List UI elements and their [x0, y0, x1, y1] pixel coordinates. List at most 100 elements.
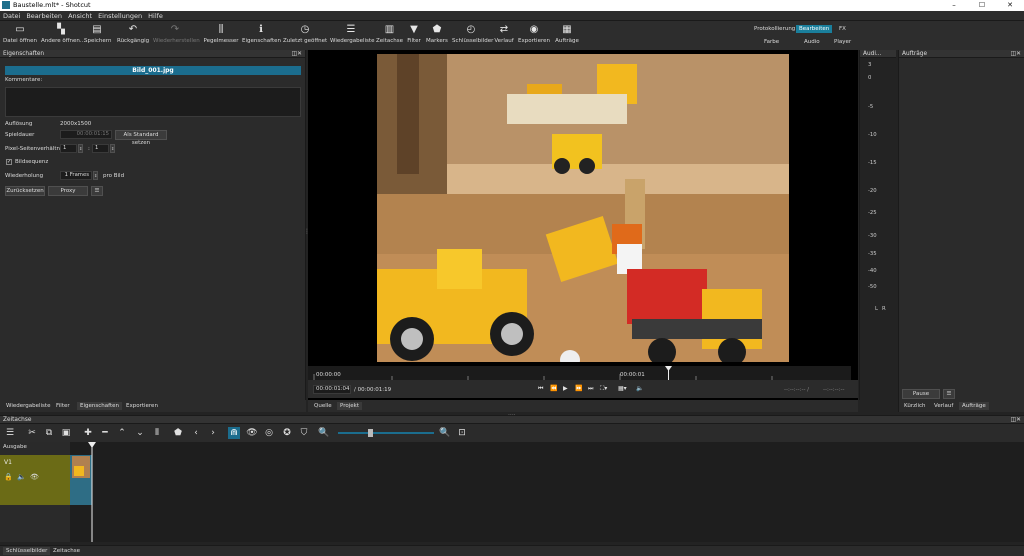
timeline-playhead[interactable]: [88, 442, 96, 448]
menu-edit[interactable]: Bearbeiten: [23, 11, 65, 21]
pause-button[interactable]: Pause: [902, 389, 940, 399]
timeline-area[interactable]: [70, 442, 1024, 542]
par-den-spinner[interactable]: ⇕: [110, 144, 115, 153]
paste-icon[interactable]: ▣: [60, 427, 72, 439]
lock-icon[interactable]: 🔒: [4, 473, 13, 481]
open-file-button[interactable]: ▭ Datei öffnen: [3, 23, 37, 49]
ripple-delete-icon[interactable]: ━: [99, 427, 111, 439]
overwrite-icon[interactable]: ⌄: [134, 427, 146, 439]
tab-filter[interactable]: Filter: [53, 402, 73, 410]
markers-button[interactable]: ⬟ Markers: [425, 23, 449, 49]
grid-icon[interactable]: ▦▾: [618, 385, 627, 392]
zoom-slider-handle[interactable]: [368, 429, 373, 437]
clip-name: Bild_001.jpg: [5, 66, 301, 75]
fast-forward-icon[interactable]: ⏩: [575, 385, 582, 392]
tab-keyframes[interactable]: Schlüsselbilder: [3, 547, 51, 555]
zoom-in-icon[interactable]: 🔍: [439, 427, 451, 439]
menu-settings[interactable]: Einstellungen: [95, 11, 145, 21]
marker-add-icon[interactable]: ⬟: [172, 427, 184, 439]
append-icon[interactable]: ✚: [82, 427, 94, 439]
next-marker-icon[interactable]: ›: [207, 427, 219, 439]
redo-button[interactable]: ↷ Wiederherstellen: [153, 23, 200, 49]
close-icon[interactable]: ✕: [996, 0, 1024, 11]
timeline-menu-icon[interactable]: ☰: [4, 427, 16, 439]
split-icon[interactable]: ⫴: [151, 427, 163, 439]
properties-button[interactable]: ℹ Eigenschaften: [242, 23, 281, 49]
par-num-spinner[interactable]: ⇕: [78, 144, 83, 153]
proxy-button[interactable]: Proxy: [48, 186, 88, 196]
play-icon[interactable]: ▶: [563, 385, 568, 392]
zoom-fit-timeline-icon[interactable]: ⊡: [456, 427, 468, 439]
lift-icon[interactable]: ⌃: [116, 427, 128, 439]
save-button[interactable]: ▤ Speichern: [84, 23, 111, 49]
maximize-icon[interactable]: ☐: [968, 0, 996, 11]
keyframes-button[interactable]: ◴ Schlüsselbilder: [452, 23, 493, 49]
menu-view[interactable]: Ansicht: [65, 11, 95, 21]
eye-icon[interactable]: 👁: [30, 473, 39, 481]
video-viewer[interactable]: ⋮: [304, 50, 858, 410]
copy-icon[interactable]: ⧉: [43, 427, 55, 439]
undo-button[interactable]: ↶ Rückgängig: [117, 23, 149, 49]
comments-field[interactable]: [5, 87, 301, 117]
rewind-icon[interactable]: ⏪: [550, 385, 557, 392]
jobs-menu-button[interactable]: ☰: [943, 389, 955, 399]
tab-properties[interactable]: Eigenschaften: [77, 402, 122, 410]
layout-color[interactable]: Farbe: [761, 38, 782, 46]
timeline-button[interactable]: ▥ Zeitachse: [376, 23, 403, 49]
tab-export[interactable]: Exportieren: [123, 402, 161, 410]
mute-icon[interactable]: 🔈: [17, 473, 26, 481]
filter-button[interactable]: ▼ Filter: [406, 23, 422, 49]
layout-audio[interactable]: Audio: [801, 38, 823, 46]
layout-player[interactable]: Player: [831, 38, 854, 46]
tab-history[interactable]: Verlauf: [931, 402, 956, 410]
layout-fx[interactable]: FX: [836, 25, 849, 33]
tab-timeline[interactable]: Zeitachse: [50, 547, 83, 555]
peak-meter-button[interactable]: ⫼ Pegelmesser: [203, 23, 239, 49]
jobs-button[interactable]: ▦ Aufträge: [553, 23, 581, 49]
menu-file[interactable]: Datei: [0, 11, 23, 21]
skip-next-icon[interactable]: ⏭: [588, 385, 593, 393]
close-jobs-icon[interactable]: ◫✕: [1011, 50, 1021, 58]
history-button[interactable]: ⇄ Verlauf: [493, 23, 515, 49]
zoom-fit-icon[interactable]: ⛶▾: [600, 385, 607, 393]
menu-help[interactable]: Hilfe: [145, 11, 166, 21]
recent-button[interactable]: ◷ Zuletzt geöffnet: [283, 23, 327, 49]
position-timecode[interactable]: 00:00:01:04: [313, 385, 351, 394]
ripple-icon[interactable]: ◎: [263, 427, 275, 439]
duration-field[interactable]: 00:00:01:15: [60, 130, 112, 139]
open-other-button[interactable]: ▚ Andere öffnen...: [41, 23, 85, 49]
par-num-field[interactable]: 1: [60, 144, 77, 153]
viewer-ruler[interactable]: 00:00:00 00:00:01: [308, 366, 851, 380]
ripple-all-icon[interactable]: ✪: [281, 427, 293, 439]
close-panel-icon[interactable]: ◫✕: [292, 50, 302, 58]
set-default-button[interactable]: Als Standard setzen: [115, 130, 167, 146]
repeat-spinner[interactable]: ⇕: [93, 171, 98, 180]
cut-icon[interactable]: ✂: [26, 427, 38, 439]
zoom-slider[interactable]: [338, 432, 434, 434]
tab-jobs[interactable]: Aufträge: [959, 402, 989, 410]
prev-marker-icon[interactable]: ‹: [190, 427, 202, 439]
image-sequence-checkbox[interactable]: ✓: [6, 159, 12, 165]
scrub-icon[interactable]: 👁: [246, 427, 258, 439]
par-den-field[interactable]: 1: [92, 144, 109, 153]
layout-editing[interactable]: Bearbeiten: [796, 25, 833, 33]
tab-playlist[interactable]: Wiedergabeliste: [3, 402, 53, 410]
snap-icon[interactable]: ⋒: [228, 427, 240, 439]
tab-project[interactable]: Projekt: [337, 402, 362, 410]
layout-logging[interactable]: Protokollierung: [751, 25, 798, 33]
info-icon: ℹ: [259, 24, 263, 35]
track-v1-header[interactable]: V1 🔒 🔈 👁: [0, 455, 70, 505]
properties-menu-button[interactable]: ☰: [91, 186, 103, 196]
reset-button[interactable]: Zurücksetzen: [5, 186, 45, 196]
ripple-markers-icon[interactable]: ⛉: [298, 427, 310, 439]
skip-previous-icon[interactable]: ⏮: [538, 385, 543, 393]
zoom-out-icon[interactable]: 🔍: [318, 427, 330, 439]
export-button[interactable]: ◉ Exportieren: [518, 23, 550, 49]
tab-recent[interactable]: Kürzlich: [901, 402, 929, 410]
volume-icon[interactable]: 🔈: [636, 385, 643, 392]
playlist-button[interactable]: ☰ Wiedergabeliste: [330, 23, 374, 49]
minimize-icon[interactable]: –: [940, 0, 968, 11]
tab-source[interactable]: Quelle: [311, 402, 335, 410]
repeat-field[interactable]: 1 Frames: [60, 171, 92, 180]
viewer-splitter-handle[interactable]: ⋮: [304, 228, 310, 235]
